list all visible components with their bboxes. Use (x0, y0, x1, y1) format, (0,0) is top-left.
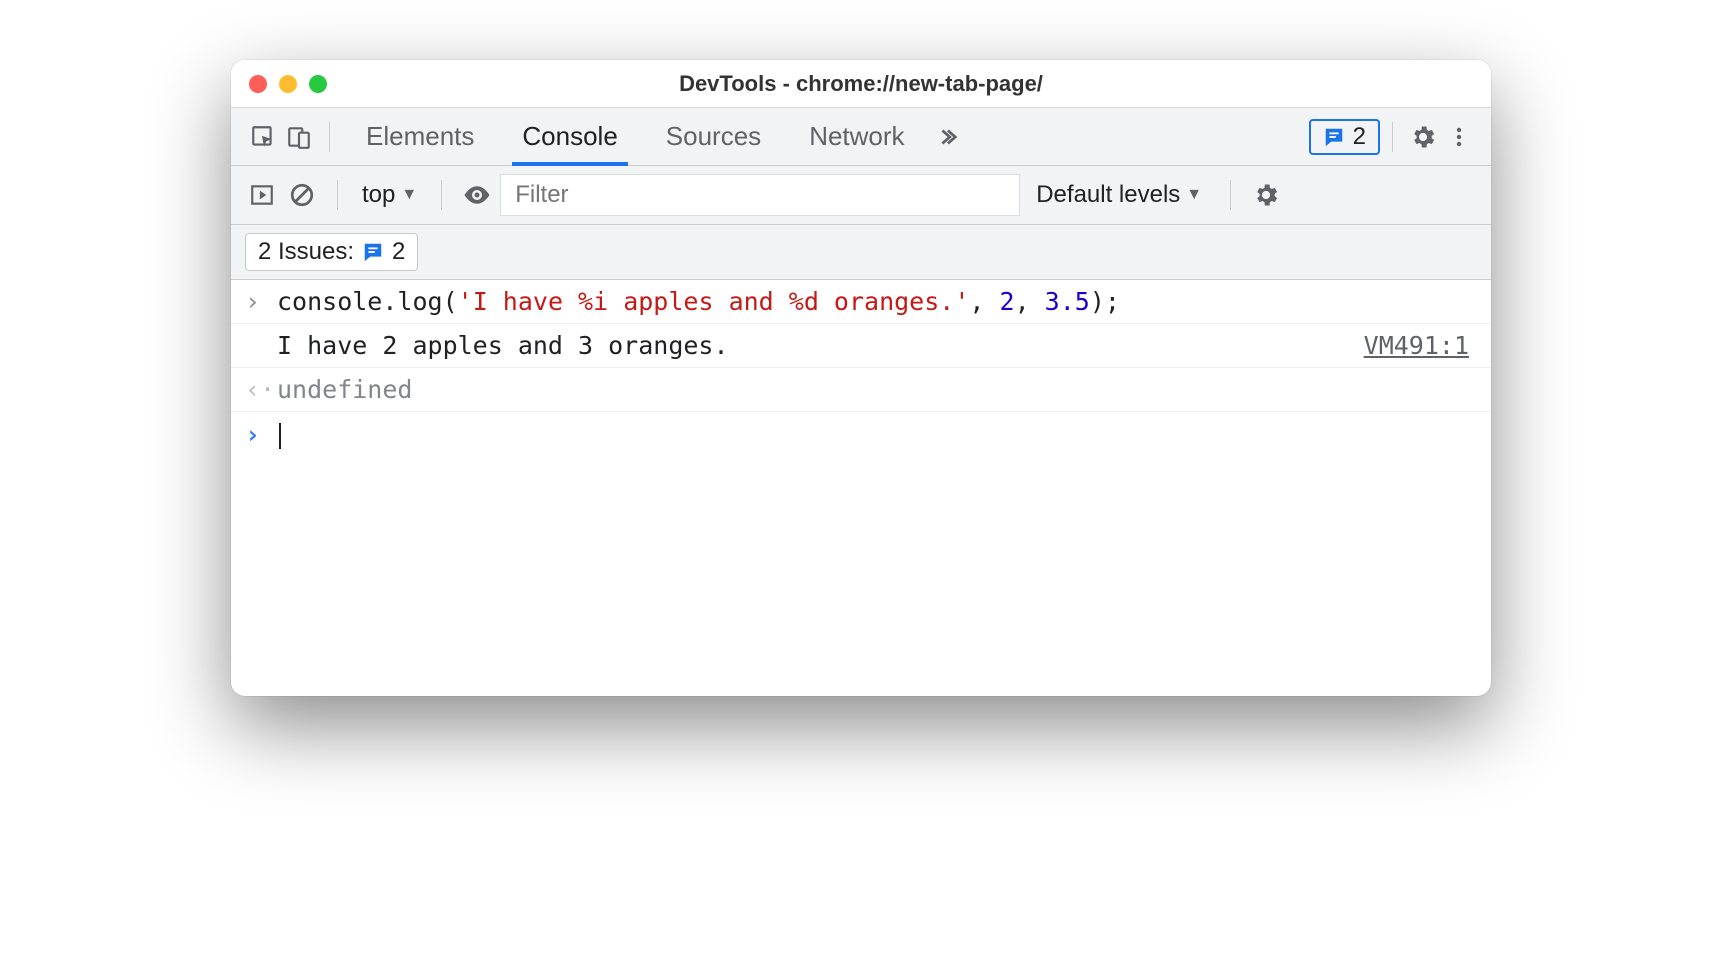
console-settings-icon[interactable] (1249, 178, 1283, 212)
filter-input[interactable] (500, 174, 1020, 216)
traffic-lights (249, 75, 327, 93)
inspect-element-icon[interactable] (245, 119, 281, 155)
console-output-row: I have 2 apples and 3 oranges. VM491:1 (231, 324, 1491, 368)
code-open: ( (443, 287, 458, 316)
console-prompt-row[interactable]: › (231, 412, 1491, 456)
divider (329, 122, 330, 152)
code-close: ); (1090, 287, 1120, 316)
tab-label: Console (522, 121, 617, 152)
tab-label: Sources (666, 121, 761, 152)
issues-badge[interactable]: 2 (1309, 119, 1380, 155)
code-comma: , (969, 287, 999, 316)
levels-value: Default levels (1036, 181, 1180, 209)
tab-label: Elements (366, 121, 474, 152)
issues-count: 2 (1353, 123, 1366, 151)
window-title: DevTools - chrome://new-tab-page/ (231, 71, 1491, 97)
console-output-text: I have 2 apples and 3 oranges. (277, 331, 1364, 360)
prompt-chevron-icon: › (245, 420, 277, 449)
console-return-value: undefined (277, 375, 1477, 404)
zoom-window-button[interactable] (309, 75, 327, 93)
tab-network[interactable]: Network (785, 108, 928, 165)
settings-icon[interactable] (1405, 119, 1441, 155)
more-tabs-icon[interactable] (929, 119, 965, 155)
code-arg2: 3.5 (1045, 287, 1090, 316)
console-input-code: console.log('I have %i apples and %d ora… (277, 287, 1477, 316)
issues-row: 2 Issues: 2 (231, 225, 1491, 280)
divider (1392, 122, 1393, 152)
text-cursor (279, 423, 281, 449)
chevron-down-icon: ▼ (1186, 186, 1202, 204)
console-toolbar: top ▼ Default levels ▼ (231, 166, 1491, 225)
console-empty-area[interactable] (231, 456, 1491, 696)
device-toolbar-icon[interactable] (281, 119, 317, 155)
message-icon (1323, 126, 1345, 148)
tabbar: Elements Console Sources Network 2 (231, 108, 1491, 166)
kebab-menu-icon[interactable] (1441, 119, 1477, 155)
tab-console[interactable]: Console (498, 108, 641, 165)
toggle-sidebar-icon[interactable] (245, 178, 279, 212)
clear-console-icon[interactable] (285, 178, 319, 212)
console-input-row: › console.log('I have %i apples and %d o… (231, 280, 1491, 324)
log-levels-selector[interactable]: Default levels ▼ (1026, 181, 1212, 209)
divider (337, 180, 338, 210)
code-arg1: 2 (1000, 287, 1015, 316)
live-expression-icon[interactable] (460, 178, 494, 212)
issues-chip-count: 2 (392, 238, 405, 266)
tab-label: Network (809, 121, 904, 152)
console-body: › console.log('I have %i apples and %d o… (231, 280, 1491, 696)
tab-elements[interactable]: Elements (342, 108, 498, 165)
close-window-button[interactable] (249, 75, 267, 93)
code-string: 'I have %i apples and %d oranges.' (458, 287, 970, 316)
issues-label: 2 Issues: (258, 238, 354, 266)
tab-sources[interactable]: Sources (642, 108, 785, 165)
output-source-link[interactable]: VM491:1 (1364, 331, 1477, 360)
devtools-window: DevTools - chrome://new-tab-page/ Elemen… (231, 60, 1491, 696)
minimize-window-button[interactable] (279, 75, 297, 93)
titlebar: DevTools - chrome://new-tab-page/ (231, 60, 1491, 108)
return-chevron-icon: ‹· (245, 375, 277, 404)
console-return-row: ‹· undefined (231, 368, 1491, 412)
divider (441, 180, 442, 210)
code-comma: , (1015, 287, 1045, 316)
issues-chip[interactable]: 2 Issues: 2 (245, 233, 418, 271)
message-icon (362, 241, 384, 263)
context-selector[interactable]: top ▼ (356, 181, 423, 209)
context-value: top (362, 181, 395, 209)
console-prompt-input[interactable] (277, 420, 1477, 449)
divider (1230, 180, 1231, 210)
input-chevron-icon: › (245, 287, 277, 316)
code-fn: console.log (277, 287, 443, 316)
chevron-down-icon: ▼ (401, 186, 417, 204)
